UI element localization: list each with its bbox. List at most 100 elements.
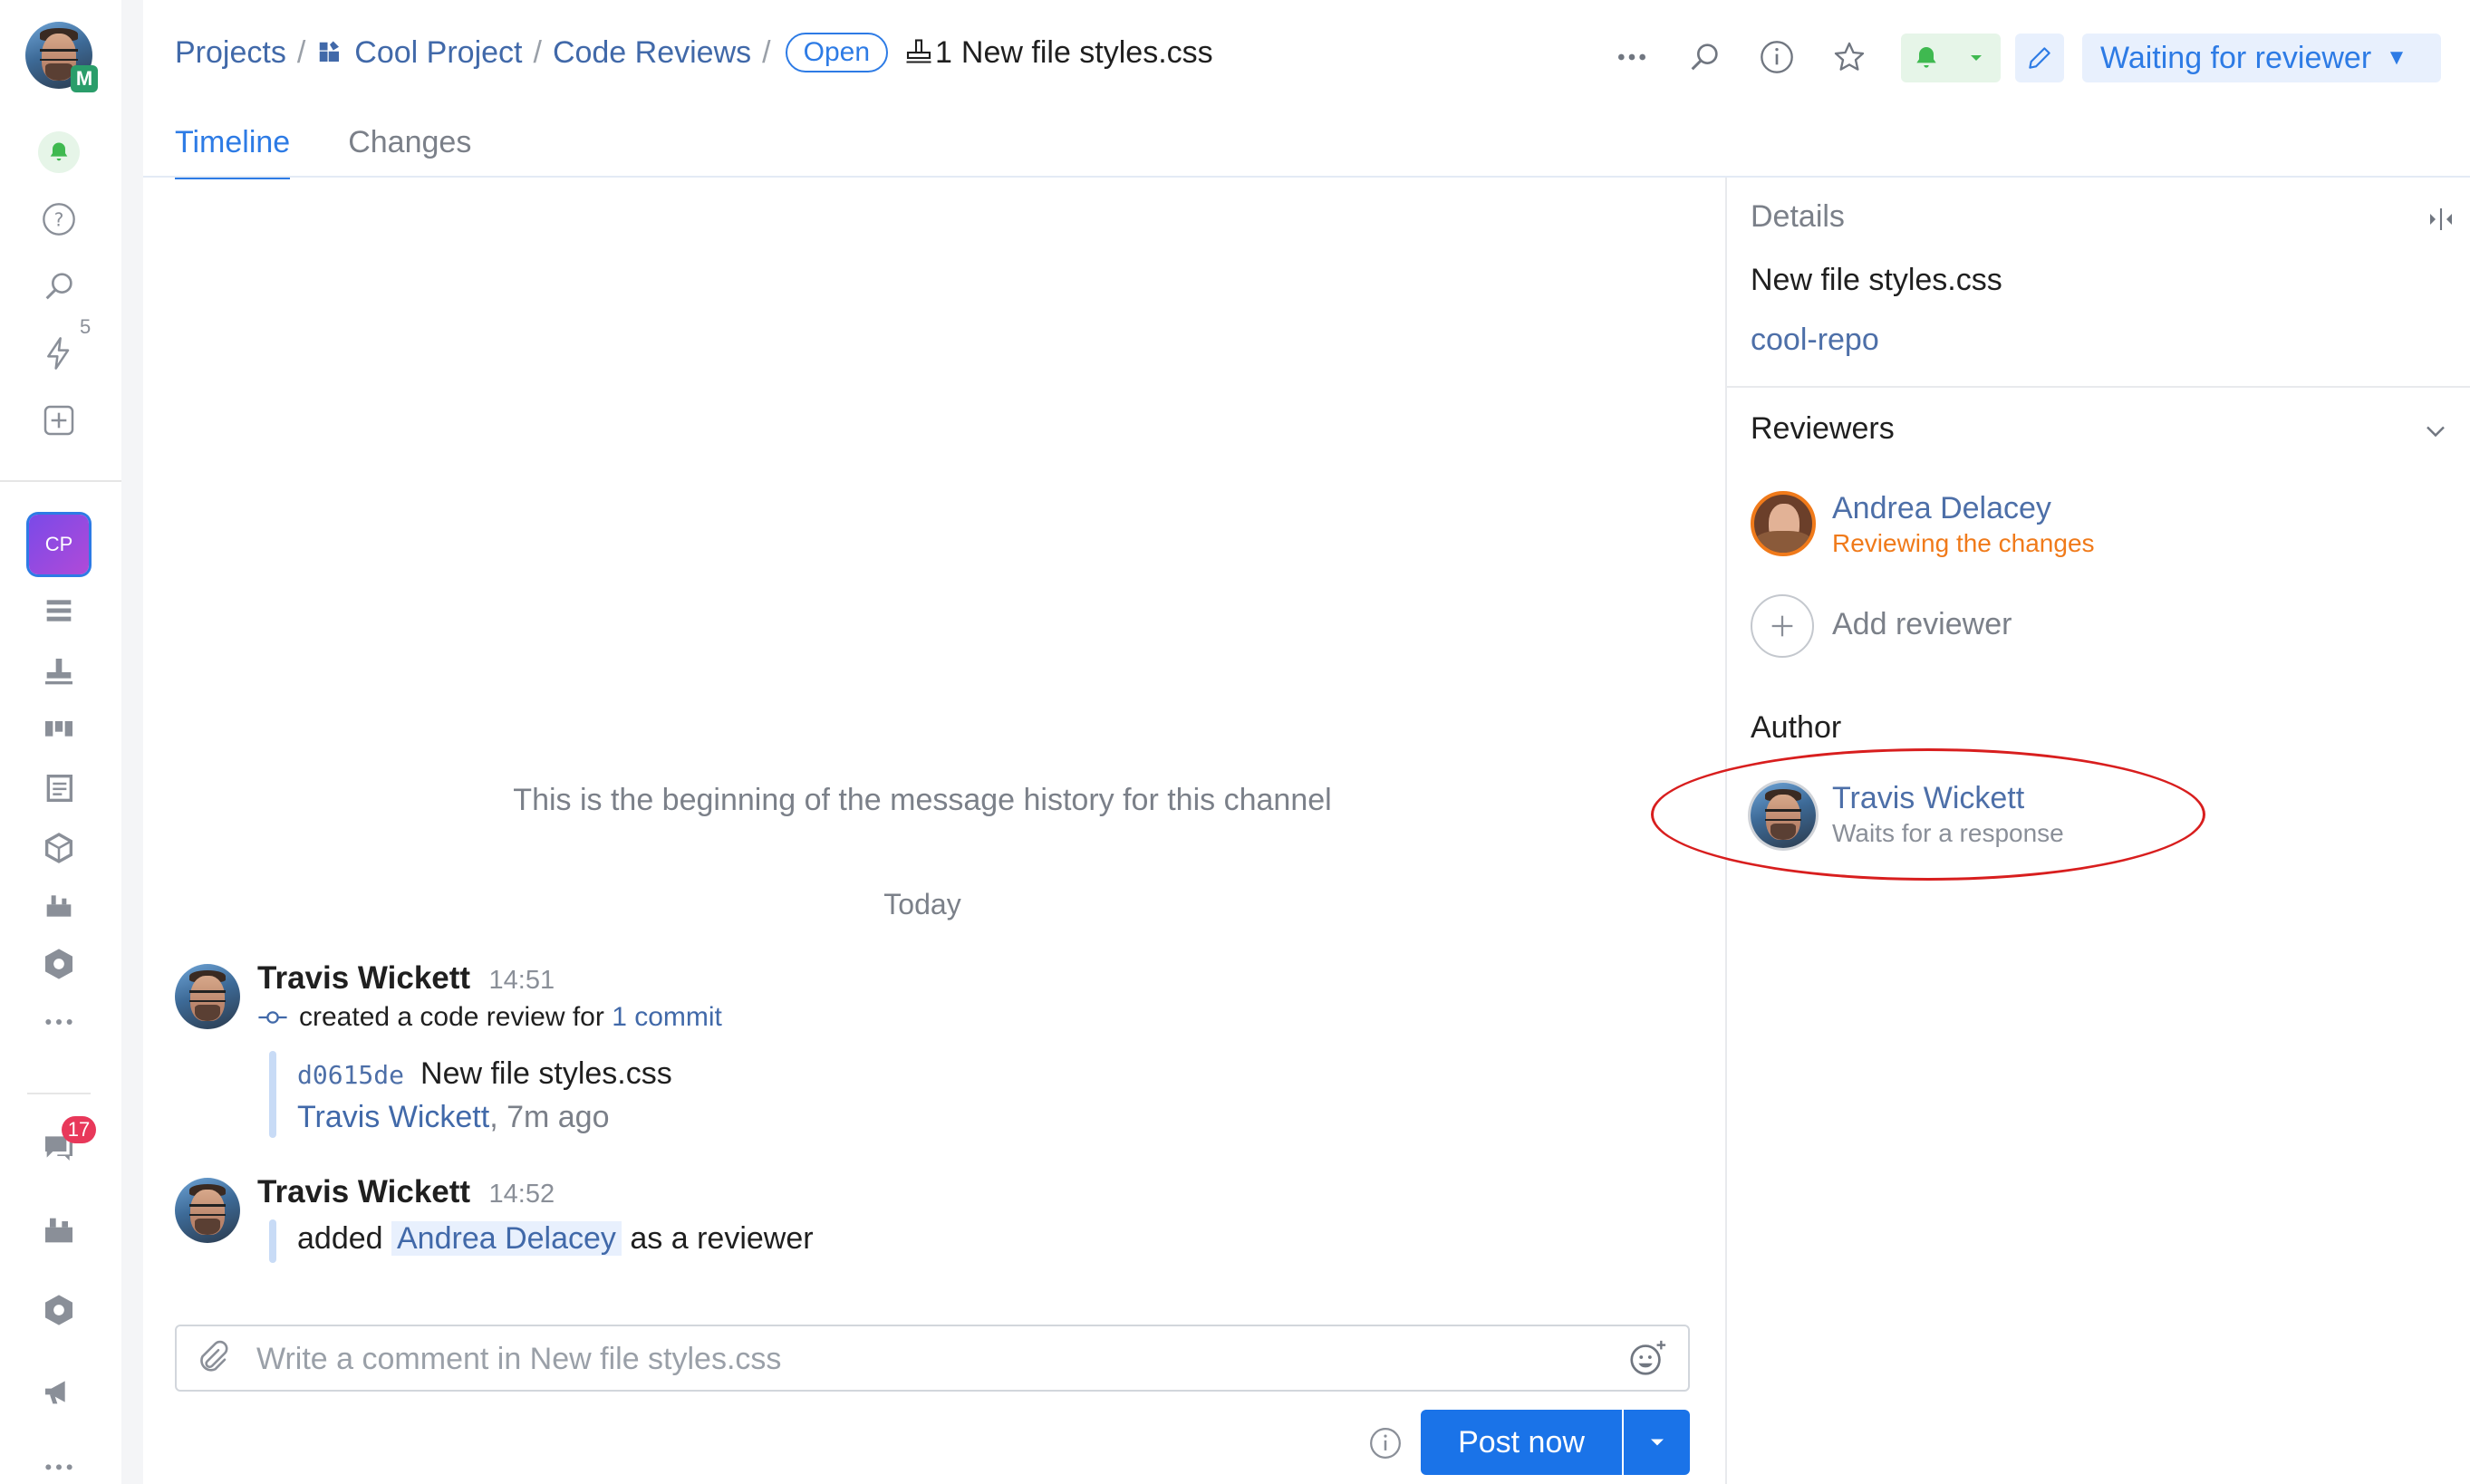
message-action: created a code review for 1 commit — [257, 1002, 722, 1033]
chats-count: 17 — [67, 1118, 91, 1141]
message-time: 14:51 — [488, 966, 555, 995]
add-reviewer-button[interactable]: Add reviewer — [1751, 594, 2294, 661]
notification-toggle[interactable] — [1901, 34, 2001, 82]
bell-icon[interactable] — [1901, 34, 1951, 82]
reviewer-name[interactable]: Andrea Delacey — [1832, 491, 2051, 526]
post-options-button[interactable] — [1624, 1410, 1690, 1475]
commit-block-bar — [269, 1051, 276, 1138]
author-heading: Author — [1751, 710, 1842, 745]
project-badge-label: CP — [44, 533, 73, 555]
status-badge-icon: M — [71, 65, 98, 92]
breadcrumb-project[interactable]: Cool Project — [354, 35, 522, 71]
more-bottom-icon[interactable] — [34, 1446, 84, 1482]
tab-timeline[interactable]: Timeline — [175, 125, 291, 179]
message-text-before: added — [297, 1221, 383, 1256]
notifications-bell-icon[interactable] — [34, 127, 84, 178]
info-icon[interactable] — [1752, 33, 1801, 82]
breadcrumb-code-reviews[interactable]: Code Reviews — [553, 35, 751, 71]
repository-link[interactable]: cool-repo — [1751, 323, 1879, 358]
chats-count-badge: 17 — [62, 1116, 96, 1143]
automation-large-icon[interactable] — [34, 1205, 84, 1256]
review-status-label: Waiting for reviewer — [2100, 40, 2372, 75]
commit-age: , 7m ago — [489, 1100, 610, 1134]
commit-icon — [257, 1002, 288, 1033]
project-badge[interactable]: CP — [29, 515, 89, 574]
review-number: 1 — [935, 34, 952, 70]
collapse-panel-icon[interactable] — [2425, 203, 2457, 240]
rail-gutter — [121, 0, 143, 1484]
packages-icon[interactable] — [34, 823, 84, 873]
user-mention[interactable]: Andrea Delacey — [391, 1221, 622, 1256]
reviewer-avatar[interactable] — [1751, 491, 1816, 556]
comment-input[interactable] — [255, 1335, 1599, 1383]
post-now-button[interactable]: Post now — [1421, 1410, 1622, 1475]
day-separator: Today — [883, 888, 961, 920]
breadcrumb-separator: / — [296, 34, 306, 70]
action-text: created a code review for — [299, 1002, 604, 1032]
author-status: Waits for a response — [1832, 819, 2064, 847]
details-sidebar: Details New file styles.css cool-repo Re… — [1725, 178, 2470, 1484]
announcements-icon[interactable] — [34, 1366, 84, 1417]
tab-changes[interactable]: Changes — [348, 125, 471, 179]
more-options-icon[interactable] — [1607, 33, 1656, 82]
code-reviews-icon[interactable] — [34, 647, 84, 698]
lightning-icon[interactable] — [34, 328, 84, 379]
chevron-down-icon[interactable] — [2419, 415, 2452, 452]
left-rail: M ? 5 CP 17 — [0, 0, 122, 1484]
message-avatar[interactable] — [175, 1178, 240, 1243]
history-start-text: This is the beginning of the message his… — [513, 783, 1332, 817]
message-time: 14:52 — [488, 1180, 555, 1209]
info-icon[interactable] — [1368, 1426, 1403, 1465]
emoji-icon[interactable] — [1626, 1337, 1668, 1383]
documents-icon[interactable] — [34, 763, 84, 814]
commit-count-link[interactable]: 1 commit — [612, 1002, 722, 1033]
repositories-icon[interactable] — [34, 585, 84, 636]
commit-hash[interactable]: d0615de — [297, 1060, 404, 1090]
reviewers-heading: Reviewers — [1751, 411, 1895, 446]
admin-hex-icon[interactable] — [34, 1285, 84, 1335]
message-author[interactable]: Travis Wickett — [257, 960, 470, 996]
pencil-icon — [2029, 47, 2050, 69]
help-icon[interactable]: ? — [34, 194, 84, 245]
attachment-icon[interactable] — [193, 1339, 231, 1382]
page-title: New file styles.css — [960, 34, 1213, 70]
more-icon[interactable] — [34, 997, 84, 1047]
message-header: Travis Wickett 14:51 — [257, 960, 555, 997]
search-icon[interactable] — [1680, 33, 1729, 82]
breadcrumb-separator: / — [533, 34, 542, 70]
add-icon — [1751, 594, 1814, 658]
chevron-down-icon — [1650, 1439, 1664, 1446]
breadcrumb-projects[interactable]: Projects — [175, 35, 286, 71]
lightning-count: 5 — [80, 315, 92, 338]
message-text-after: as a reviewer — [630, 1221, 814, 1256]
create-new-icon[interactable] — [34, 395, 84, 446]
review-status-dropdown[interactable]: Waiting for reviewer ▼ — [2082, 34, 2441, 82]
project-icon — [316, 39, 343, 66]
commit-line: d0615de New file styles.css — [297, 1056, 672, 1092]
message-avatar[interactable] — [175, 964, 240, 1029]
edit-button[interactable] — [2015, 34, 2064, 82]
rail-separator — [0, 480, 121, 482]
rail-separator-2 — [27, 1093, 91, 1094]
automation-icon[interactable] — [34, 881, 84, 931]
author-avatar[interactable] — [1751, 783, 1816, 848]
search-icon[interactable] — [34, 261, 84, 312]
breadcrumb: Projects / Cool Project / Code Reviews /… — [175, 27, 1213, 78]
message-body: added Andrea Delacey as a reviewer — [297, 1221, 814, 1257]
star-icon[interactable] — [1825, 33, 1874, 82]
commit-author[interactable]: Travis Wickett — [297, 1100, 489, 1134]
author-name[interactable]: Travis Wickett — [1832, 781, 2024, 816]
sidebar-divider — [1727, 386, 2470, 388]
chevron-down-icon[interactable] — [1951, 34, 2001, 82]
breadcrumb-separator: / — [762, 34, 771, 70]
details-heading: Details — [1751, 199, 1845, 234]
commit-meta: Travis Wickett, 7m ago — [297, 1100, 610, 1135]
message-author[interactable]: Travis Wickett — [257, 1174, 470, 1209]
comment-composer — [175, 1325, 1690, 1392]
boards-icon[interactable] — [34, 705, 84, 756]
svg-text:?: ? — [54, 209, 64, 231]
review-state-badge: Open — [785, 33, 888, 72]
code-review-icon — [902, 36, 935, 69]
reviewer-status: Reviewing the changes — [1832, 529, 2095, 557]
settings-hex-icon[interactable] — [34, 939, 84, 989]
